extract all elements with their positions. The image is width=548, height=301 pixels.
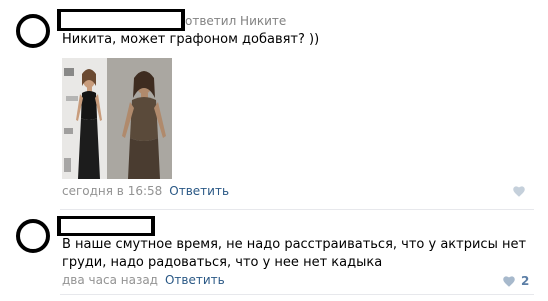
comment-1: ответил Никите Никита, может графоном до… <box>0 0 548 205</box>
heart-icon <box>503 275 515 287</box>
like-button[interactable]: 2 <box>503 274 529 288</box>
comment-text: Никита, может графоном добавят? )) <box>62 32 320 47</box>
comment-meta: сегодня в 16:58 Ответить <box>62 184 229 198</box>
redacted-author-name[interactable] <box>57 9 185 31</box>
comment-date[interactable]: сегодня в 16:58 <box>62 184 162 198</box>
reply-button[interactable]: Ответить <box>165 273 225 287</box>
reply-to-label[interactable]: ответил Никите <box>185 14 286 28</box>
avatar[interactable] <box>16 14 50 48</box>
comment-date[interactable]: два часа назад <box>62 273 158 287</box>
comment-meta: два часа назад Ответить <box>62 273 225 287</box>
redacted-author-name[interactable] <box>57 216 155 236</box>
comment-2: В наше смутное время, не надо расстраива… <box>0 210 548 301</box>
heart-icon <box>513 186 525 197</box>
comment-text: В наше смутное время, не надо расстраива… <box>62 237 527 270</box>
attached-photo[interactable] <box>62 58 172 179</box>
reply-button[interactable]: Ответить <box>169 184 229 198</box>
avatar[interactable] <box>16 219 50 253</box>
like-button[interactable] <box>513 186 525 197</box>
comment-divider <box>60 294 534 295</box>
like-count: 2 <box>521 274 530 288</box>
